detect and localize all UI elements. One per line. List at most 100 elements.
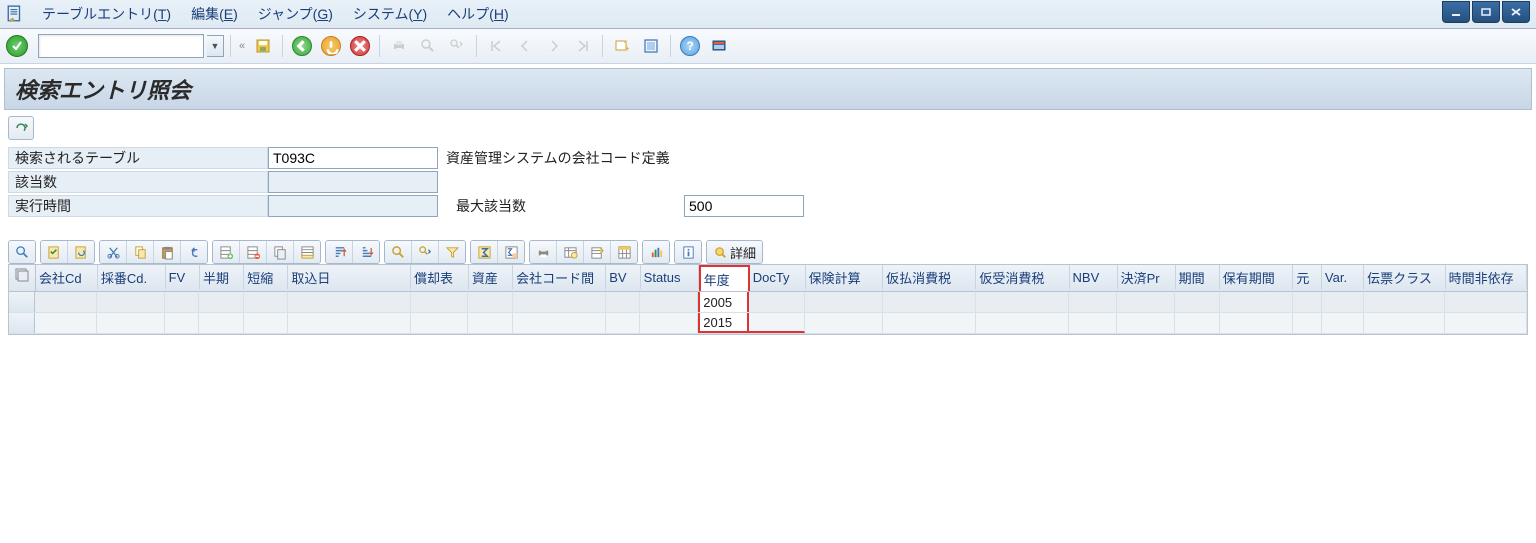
col-docty[interactable]: DocTy [750,265,806,289]
alv-undo-button[interactable] [181,241,207,263]
alv-view-button[interactable] [557,241,584,263]
table-label: 検索されるテーブル [8,147,268,169]
table-input[interactable] [268,147,438,169]
layout-button[interactable] [706,34,732,58]
minimize-button[interactable] [1442,1,1470,23]
last-page-button [570,34,596,58]
maxhits-input[interactable] [684,195,804,217]
table-row[interactable]: 2005 [9,292,1527,313]
alv-refresh-button[interactable] [68,241,94,263]
alv-filter-button[interactable] [439,241,465,263]
menu-goto[interactable]: ジャンプ(G) [248,2,343,26]
standard-toolbar: ▼ « + ? [0,29,1536,64]
runtime-output [268,195,438,217]
col-time-indep[interactable]: 時間非依存 [1446,265,1527,289]
title-bar: 検索エントリ照会 [4,68,1532,110]
alv-copy-button[interactable] [127,241,154,263]
hits-label: 該当数 [8,171,268,193]
alv-paste-button[interactable] [154,241,181,263]
col-company-code[interactable]: 会社Cd [36,265,98,289]
col-settle-pr[interactable]: 決済Pr [1118,265,1176,289]
alv-sum-button[interactable] [471,241,498,263]
alv-delete-row-button[interactable] [240,241,267,263]
hits-output [268,171,438,193]
menu-doc-icon[interactable] [6,5,24,23]
alv-insert-row-button[interactable] [213,241,240,263]
grid-body: 2005 2015 [9,292,1527,334]
col-insurance[interactable]: 保険計算 [806,265,884,289]
alv-cut-button[interactable] [100,241,127,263]
col-bv[interactable]: BV [606,265,640,289]
col-prov-tax-recv[interactable]: 仮受消費税 [976,265,1069,289]
alv-find-next-button[interactable] [412,241,439,263]
create-shortcut-button[interactable] [638,34,664,58]
alv-layout-button[interactable] [611,241,637,263]
svg-text:+: + [625,44,630,53]
refresh-button[interactable] [8,116,34,140]
col-nbv[interactable]: NBV [1070,265,1118,289]
alv-sort-asc-button[interactable] [326,241,353,263]
first-page-button [483,34,509,58]
col-asset[interactable]: 資産 [469,265,513,289]
col-hold-period[interactable]: 保有期間 [1220,265,1294,289]
save-button[interactable] [250,34,276,58]
exit-button[interactable] [318,34,344,58]
close-button[interactable] [1502,1,1530,23]
menu-bar: テーブルエントリ(T) 編集(E) ジャンプ(G) システム(Y) ヘルプ(H) [0,0,1536,29]
selection-form: 検索されるテーブル 資産管理システムの会社コード定義 該当数 実行時間 最大該当… [0,142,1536,222]
alv-detail-button[interactable]: 詳細 [707,241,762,263]
alv-append-row-button[interactable] [294,241,320,263]
menu-table-entry[interactable]: テーブルエントリ(T) [32,2,181,26]
menu-help[interactable]: ヘルプ(H) [437,2,518,26]
col-fv[interactable]: FV [166,265,200,289]
enter-button[interactable] [6,35,28,57]
alv-find-button[interactable] [385,241,412,263]
command-field[interactable] [38,34,204,58]
maxhits-label: 最大該当数 [448,194,684,218]
col-orig[interactable]: 元 [1293,265,1322,289]
help-button[interactable]: ? [677,34,703,58]
row-selector[interactable] [9,313,35,333]
cell-year: 2005 [698,292,749,312]
page-title: 検索エントリ照会 [15,73,1521,105]
back-button[interactable] [289,34,315,58]
alv-export-button[interactable] [584,241,611,263]
col-number-code[interactable]: 採番Cd. [98,265,166,289]
alv-sort-desc-button[interactable] [353,241,379,263]
row-selector[interactable] [9,292,35,312]
result-grid: 会社Cd 採番Cd. FV 半期 短縮 取込日 償却表 資産 会社コード間 BV… [8,264,1528,335]
grid-header: 会社Cd 採番Cd. FV 半期 短縮 取込日 償却表 資産 会社コード間 BV… [9,265,1527,292]
alv-details-icon[interactable] [9,241,35,263]
col-short[interactable]: 短縮 [244,265,288,289]
prev-page-button [512,34,538,58]
menu-edit[interactable]: 編集(E) [181,2,248,26]
col-capture-date[interactable]: 取込日 [288,265,411,289]
alv-graphic-button[interactable] [643,241,669,263]
table-row[interactable]: 2015 [9,313,1527,334]
col-prov-tax-pay[interactable]: 仮払消費税 [883,265,976,289]
alv-check-button[interactable] [41,241,68,263]
find-next-button [444,34,470,58]
col-intercompany[interactable]: 会社コード間 [513,265,606,289]
menu-system[interactable]: システム(Y) [343,2,437,26]
alv-duplicate-row-button[interactable] [267,241,294,263]
print-button [386,34,412,58]
app-toolbar [0,114,1536,142]
col-var[interactable]: Var. [1322,265,1364,289]
col-status[interactable]: Status [641,265,699,289]
alv-print-button[interactable] [530,241,557,263]
cancel-button[interactable] [347,34,373,58]
alv-subtotal-button[interactable] [498,241,524,263]
command-dropdown[interactable]: ▼ [207,35,224,57]
select-all-button[interactable] [9,265,36,291]
col-depr-chart[interactable]: 償却表 [411,265,469,289]
col-half[interactable]: 半期 [200,265,244,289]
col-year[interactable]: 年度 [699,265,750,291]
alv-info-button[interactable] [675,241,701,263]
col-doc-class[interactable]: 伝票クラス [1364,265,1445,289]
maximize-button[interactable] [1472,1,1500,23]
find-button [415,34,441,58]
history-back-icon: « [237,40,247,52]
new-session-button[interactable]: + [609,34,635,58]
col-period[interactable]: 期間 [1176,265,1220,289]
